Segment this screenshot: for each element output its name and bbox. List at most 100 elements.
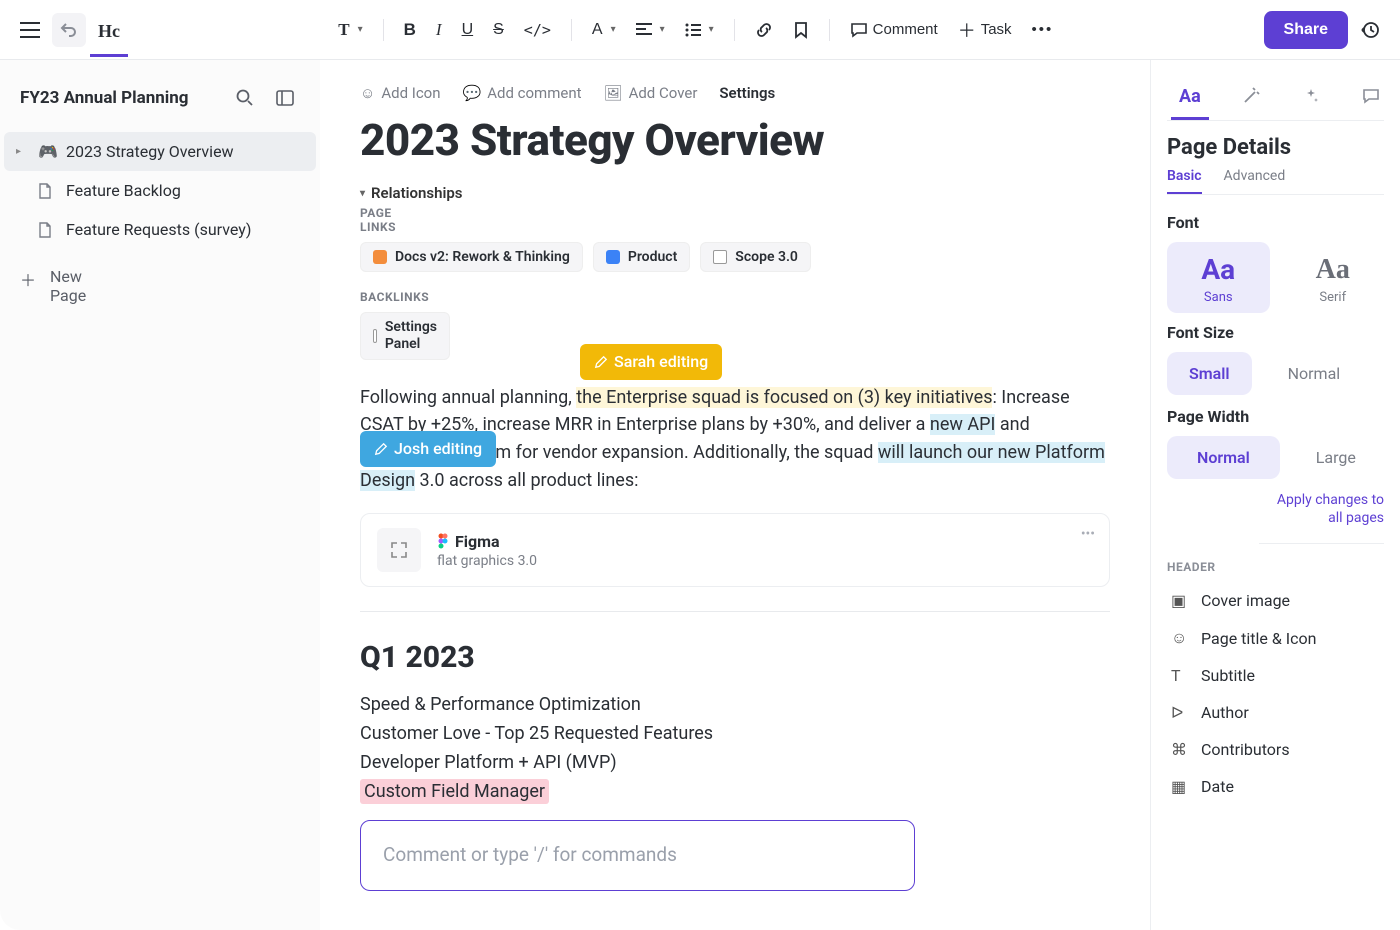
italic-button[interactable]: I — [428, 12, 450, 48]
document-icon — [713, 250, 727, 264]
font-size-normal[interactable]: Normal — [1266, 352, 1363, 395]
image-icon: 🖼 — [604, 84, 623, 102]
header-author[interactable]: ᐅAuthor — [1167, 694, 1384, 731]
underline-button[interactable]: U — [454, 13, 482, 47]
list-item[interactable]: Developer Platform + API (MVP) — [360, 749, 1110, 778]
share-button[interactable]: Share — [1264, 11, 1348, 49]
subtab-advanced[interactable]: Advanced — [1224, 168, 1274, 194]
undo-button[interactable] — [52, 13, 86, 47]
header-section-label: HEADER — [1167, 560, 1384, 574]
sidebar-item-requests[interactable]: Feature Requests (survey) — [4, 210, 316, 249]
page-details-panel: Aa Page Details Basic Advanced Font AaSa… — [1150, 60, 1400, 930]
heading-dropdown[interactable]: T▾ — [330, 12, 370, 48]
embed-subtitle: flat graphics 3.0 — [437, 553, 537, 569]
presence-josh: Josh editing — [360, 431, 496, 468]
apply-all-link[interactable]: Apply changes to all pages — [1259, 491, 1384, 544]
list-item[interactable]: Custom Field Manager — [360, 778, 1110, 807]
header-date[interactable]: ▦Date — [1167, 768, 1384, 805]
font-sans-option[interactable]: AaSans — [1167, 242, 1270, 313]
page-width-large[interactable]: Large — [1294, 436, 1378, 479]
presence-sarah: Sarah editing — [580, 344, 722, 381]
highlight-blue: new API — [930, 414, 995, 435]
bookmark-button[interactable] — [785, 13, 817, 47]
panel-tab-magic[interactable] — [1233, 76, 1269, 120]
document-icon — [38, 222, 56, 238]
menu-button[interactable] — [12, 14, 48, 46]
body-text[interactable]: Sarah editing Josh editing Following ann… — [360, 384, 1110, 496]
sidebar-item-label: Feature Backlog — [66, 181, 181, 200]
align-icon — [636, 23, 652, 37]
page-width-normal[interactable]: Normal — [1167, 436, 1280, 479]
list-item[interactable]: Customer Love - Top 25 Requested Feature… — [360, 720, 1110, 749]
font-serif-option[interactable]: AaSerif — [1282, 242, 1385, 313]
add-icon-action[interactable]: ☺Add Icon — [360, 84, 441, 102]
pagelink-chip[interactable]: Scope 3.0 — [700, 242, 811, 272]
embed-more-button[interactable]: ••• — [1081, 526, 1095, 542]
highlight-yellow: the Enterprise squad is focused on (3) k… — [576, 387, 992, 408]
text-icon: T — [1171, 666, 1189, 685]
list-item[interactable]: Speed & Performance Optimization — [360, 691, 1110, 720]
subtab-basic[interactable]: Basic — [1167, 168, 1202, 194]
header-cover-image[interactable]: ▣Cover image — [1167, 582, 1384, 619]
people-icon: ⌘ — [1171, 740, 1189, 759]
divider — [360, 611, 1110, 612]
expand-icon[interactable] — [377, 528, 421, 572]
strikethrough-button[interactable]: S — [485, 13, 512, 47]
sidebar-item-backlog[interactable]: Feature Backlog — [4, 171, 316, 210]
plus-icon: ＋ — [20, 267, 36, 291]
logo-button[interactable]: Hc — [90, 13, 128, 57]
list-dropdown[interactable]: ▾ — [677, 15, 722, 45]
settings-action[interactable]: Settings — [719, 84, 775, 102]
sidebar-item-strategy[interactable]: ▸ 🎮 2023 Strategy Overview — [4, 132, 316, 171]
pagelink-chip[interactable]: Product — [593, 242, 690, 272]
font-size-label: Font Size — [1167, 323, 1384, 342]
panel-tab-typography[interactable]: Aa — [1171, 76, 1209, 120]
comment-icon: 💬 — [463, 84, 482, 102]
image-icon: ▣ — [1171, 591, 1189, 610]
highlight-pink: Custom Field Manager — [360, 779, 549, 804]
sidebar-search-button[interactable] — [230, 83, 260, 113]
q1-heading[interactable]: Q1 2023 — [360, 640, 1110, 675]
textcolor-dropdown[interactable]: A▾ — [584, 13, 624, 47]
history-button[interactable] — [1352, 12, 1388, 48]
panel-tab-sparkle[interactable] — [1293, 76, 1329, 120]
sidebar-collapse-button[interactable] — [270, 83, 300, 113]
toolbar-more-button[interactable]: ••• — [1024, 13, 1062, 46]
page-title[interactable]: 2023 Strategy Overview — [360, 114, 1110, 166]
doc-orange-icon — [373, 250, 387, 264]
header-page-title[interactable]: ☺Page title & Icon — [1167, 619, 1384, 657]
pencil-icon — [374, 442, 388, 456]
person-icon: ᐅ — [1171, 703, 1189, 722]
backlinks-label: BACKLINKS — [360, 290, 1110, 304]
pencil-icon — [594, 355, 608, 369]
add-cover-action[interactable]: 🖼Add Cover — [604, 84, 698, 102]
link-icon — [755, 21, 773, 39]
backlink-chip[interactable]: Settings Panel — [360, 312, 450, 360]
header-subtitle[interactable]: TSubtitle — [1167, 657, 1384, 694]
link-button[interactable] — [747, 13, 781, 47]
comment-input[interactable]: Comment or type '/' for commands — [360, 820, 915, 891]
panel-icon — [276, 89, 294, 107]
header-contributors[interactable]: ⌘Contributors — [1167, 731, 1384, 768]
relationships-toggle[interactable]: ▾Relationships — [360, 184, 452, 202]
doc-blue-icon — [606, 250, 620, 264]
new-page-button[interactable]: ＋ New Page — [0, 253, 320, 319]
panel-tab-chat[interactable] — [1353, 76, 1389, 120]
pagelink-chip[interactable]: Docs v2: Rework & Thinking — [360, 242, 583, 272]
comment-button[interactable]: Comment — [842, 13, 946, 47]
document-icon — [38, 183, 56, 199]
add-comment-action[interactable]: 💬Add comment — [463, 84, 582, 102]
chat-icon — [1361, 86, 1381, 106]
search-icon — [236, 89, 254, 107]
bold-button[interactable]: B — [396, 12, 424, 48]
wand-icon — [1241, 86, 1261, 106]
font-size-small[interactable]: Small — [1167, 352, 1252, 395]
task-button[interactable]: ＋Task — [950, 9, 1020, 51]
main-toolbar: Hc T▾ B I U S </> A▾ ▾ ▾ Comment ＋Task •… — [0, 0, 1400, 60]
align-dropdown[interactable]: ▾ — [628, 15, 673, 45]
code-button[interactable]: </> — [516, 13, 559, 47]
chevron-right-icon: ▸ — [16, 146, 28, 157]
sidebar-item-label: 2023 Strategy Overview — [66, 142, 234, 161]
q1-list[interactable]: Speed & Performance Optimization Custome… — [360, 691, 1110, 806]
figma-embed[interactable]: Figma flat graphics 3.0 ••• — [360, 513, 1110, 587]
